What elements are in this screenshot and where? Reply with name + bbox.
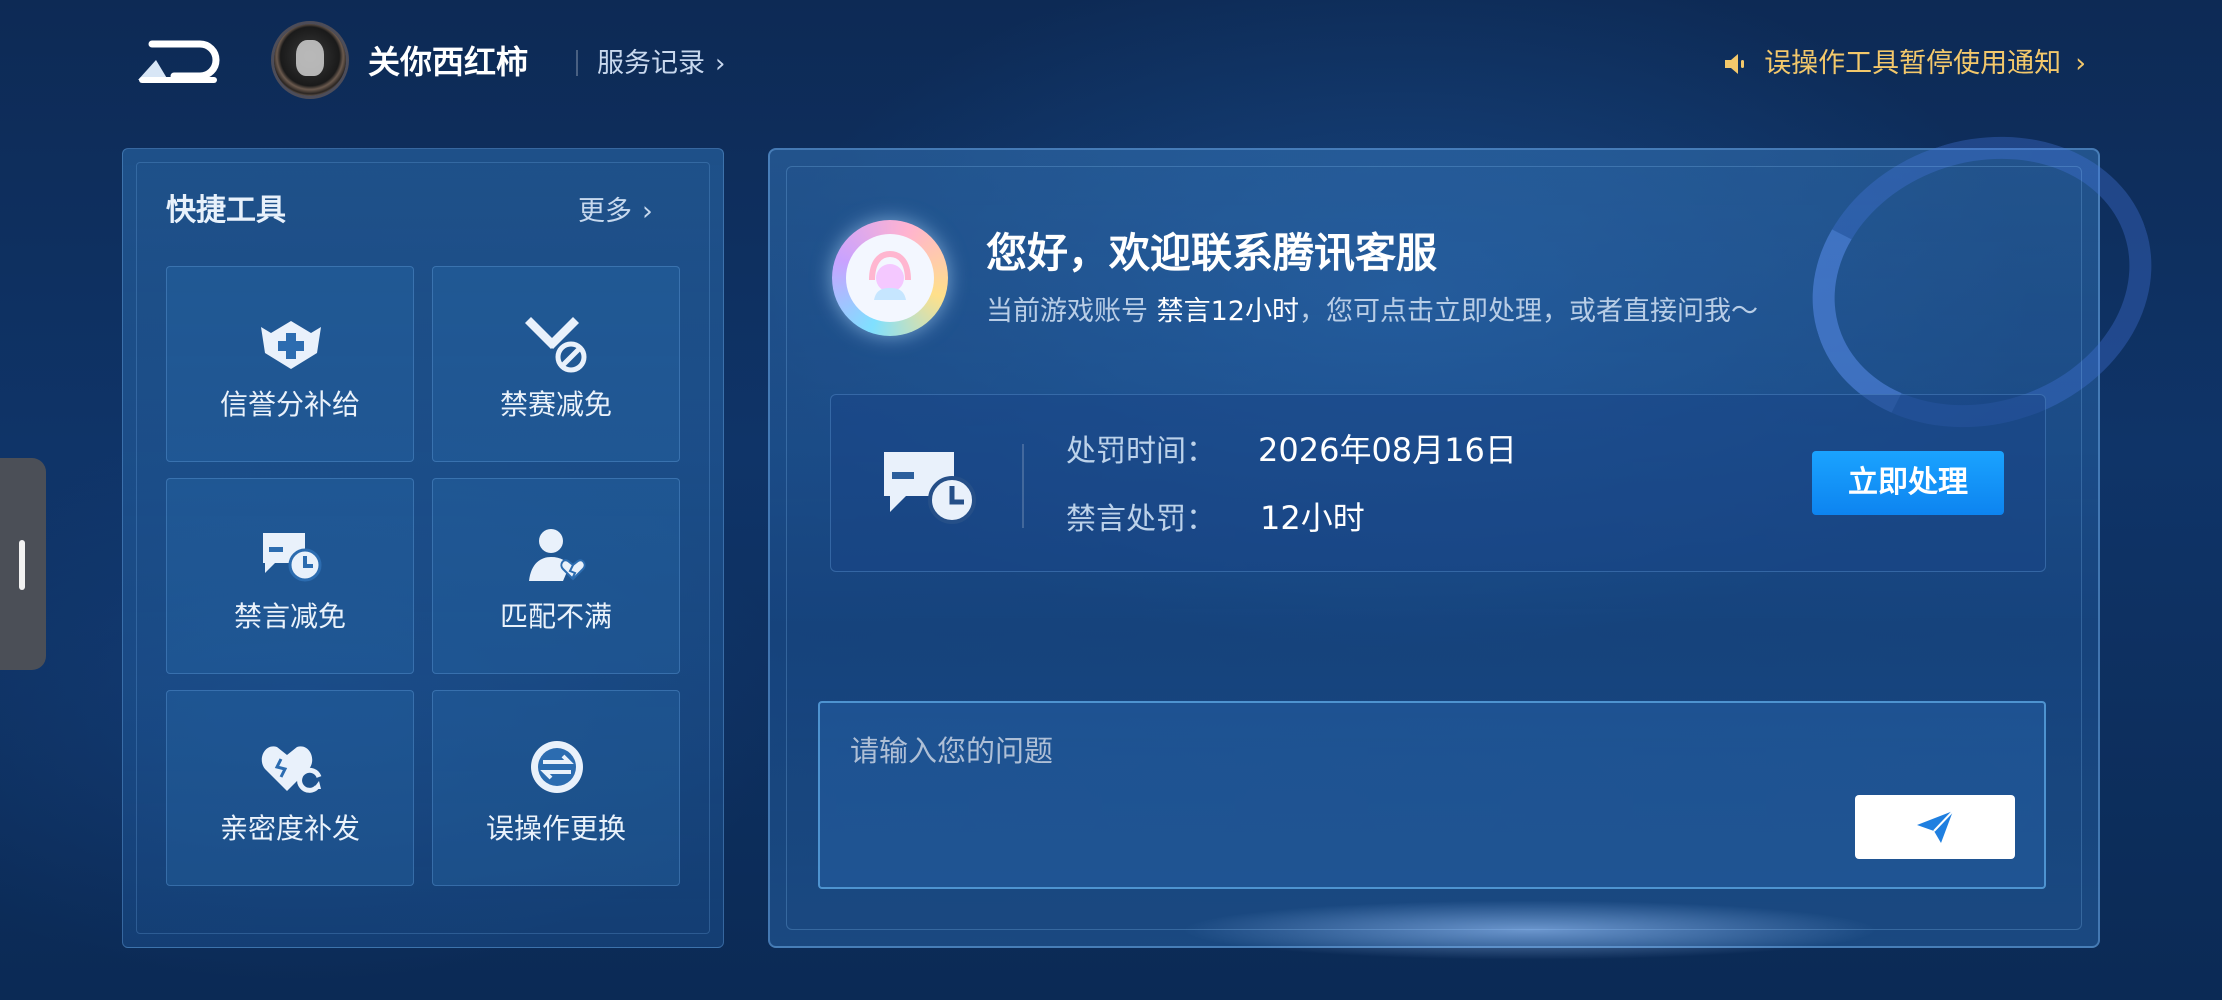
tool-label: 亲密度补发	[219, 812, 360, 845]
penalty-divider	[1022, 444, 1024, 528]
greeting-title: 您好，欢迎联系腾讯客服	[986, 229, 1437, 277]
tool-label: 信誉分补给	[219, 388, 360, 421]
question-input[interactable]	[848, 726, 1852, 776]
handle-now-button[interactable]: 立即处理	[1812, 451, 2004, 515]
chevron-right-icon: ›	[715, 49, 726, 79]
swap-circle-icon	[531, 741, 583, 793]
service-record-link[interactable]: 服务记录 ›	[597, 44, 725, 84]
chevron-right-icon: ›	[2075, 48, 2086, 79]
penalty-time-label: 处罚时间：	[1066, 434, 1216, 469]
more-label: 更多	[578, 196, 632, 227]
tool-label: 禁言减免	[233, 600, 346, 633]
customer-service-avatar-inner	[846, 234, 934, 322]
penalty-type-label: 禁言处罚：	[1066, 502, 1216, 537]
chevron-right-icon: ›	[642, 196, 653, 227]
tool-label: 误操作更换	[485, 812, 626, 845]
more-tools-link[interactable]: 更多 ›	[578, 192, 653, 232]
quick-tools-title: 快捷工具	[166, 193, 286, 228]
penalty-highlight: 禁言12小时	[1156, 296, 1299, 327]
back-arrow-icon	[138, 40, 220, 83]
heart-refresh-icon	[261, 746, 322, 793]
penalty-time-value: 2026年08月16日	[1258, 431, 1517, 469]
notice-text: 误操作工具暂停使用通知	[1764, 48, 2062, 79]
send-arrow-icon	[1917, 810, 1954, 843]
chat-clock-icon	[884, 452, 976, 524]
send-button[interactable]	[1855, 795, 2015, 859]
tool-label: 禁赛减免	[499, 388, 612, 421]
avatar-figure	[296, 40, 324, 76]
chat-clock-icon	[263, 533, 322, 582]
drawer-grip-icon	[19, 540, 25, 590]
tool-intimacy-reissue[interactable]: 亲密度补发	[166, 690, 414, 886]
shield-plus-icon	[261, 321, 321, 369]
tool-misoperation-swap[interactable]: 误操作更换	[432, 690, 680, 886]
sword-ban-icon	[525, 317, 587, 373]
tool-label: 匹配不满	[499, 600, 612, 633]
tool-match-complaint[interactable]: 匹配不满	[432, 478, 680, 674]
greeting-suffix: ，您可点击立即处理，或者直接问我～	[1298, 296, 1758, 327]
username: 关你西红柿	[368, 43, 529, 81]
penalty-type-value: 12小时	[1260, 499, 1365, 537]
tool-credit-supply[interactable]: 信誉分补给	[166, 266, 414, 462]
headset-agent-icon	[869, 250, 911, 300]
greeting-subtitle: 当前游戏账号 禁言12小时，您可点击立即处理，或者直接问我～	[986, 292, 1758, 332]
greeting-prefix: 当前游戏账号	[986, 296, 1157, 327]
notice-link[interactable]: 误操作工具暂停使用通知 ›	[1722, 44, 2086, 84]
tool-ban-reduction[interactable]: 禁赛减免	[432, 266, 680, 462]
header-divider	[576, 50, 578, 76]
service-record-label: 服务记录	[597, 48, 705, 79]
back-button[interactable]	[134, 36, 224, 88]
decorative-glow	[1180, 900, 1880, 960]
tool-mute-reduction[interactable]: 禁言减免	[166, 478, 414, 674]
user-heartbreak-icon	[529, 529, 586, 581]
speaker-icon	[1725, 54, 1745, 74]
